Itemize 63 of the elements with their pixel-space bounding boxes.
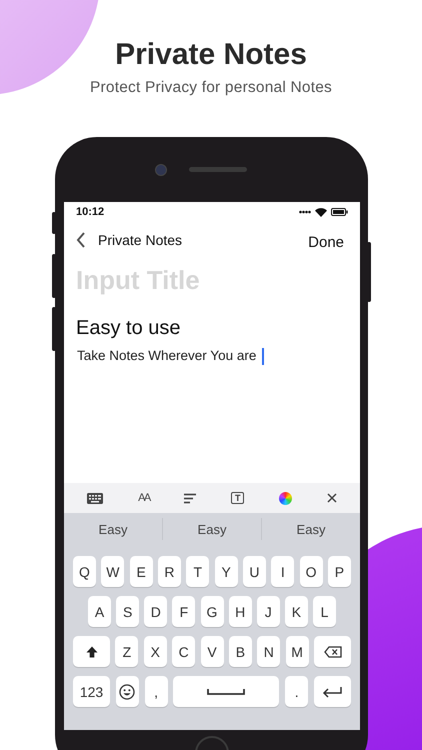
key[interactable]: J [256, 596, 280, 627]
note-heading: Easy to use [76, 316, 182, 341]
page-title: Private Notes [114, 37, 308, 73]
shift-key[interactable] [73, 636, 110, 667]
key[interactable]: B [228, 636, 252, 667]
note-body-text: Take Notes Wherever You are [77, 347, 256, 365]
key[interactable]: . [285, 676, 308, 707]
key[interactable]: , [144, 676, 168, 707]
key[interactable]: Q [73, 556, 96, 587]
return-key[interactable] [314, 676, 351, 707]
backspace-key[interactable] [314, 636, 351, 667]
suggestion-item[interactable]: Easy [163, 513, 261, 545]
key[interactable]: S [116, 596, 140, 627]
backspace-icon [324, 646, 342, 658]
key[interactable]: R [158, 556, 181, 587]
key[interactable]: K [284, 596, 308, 627]
close-icon[interactable] [326, 493, 337, 503]
key[interactable]: F [172, 596, 196, 627]
return-arrow-icon [322, 686, 342, 698]
suggestion-item[interactable]: Easy [64, 513, 162, 545]
key[interactable]: H [228, 596, 252, 627]
key[interactable]: A [88, 596, 111, 627]
back-label: Private Notes [98, 232, 182, 248]
suggestion-item[interactable]: Easy [262, 513, 360, 545]
color-wheel-icon[interactable] [278, 492, 292, 504]
key[interactable]: D [144, 596, 168, 627]
key[interactable]: T [186, 556, 210, 587]
key[interactable]: N [257, 636, 280, 667]
back-button[interactable]: Private Notes [76, 232, 182, 248]
signal-icon [299, 210, 311, 214]
page-subtitle: Protect Privacy for personal Notes [89, 78, 333, 98]
key[interactable]: M [286, 636, 309, 667]
key[interactable]: U [242, 556, 266, 587]
align-icon[interactable] [184, 492, 196, 504]
space-key[interactable] [173, 676, 280, 707]
key[interactable]: L [313, 596, 336, 627]
back-chevron-icon [76, 232, 86, 248]
key[interactable]: Y [214, 556, 238, 587]
battery-icon [331, 208, 348, 216]
key[interactable]: E [130, 556, 153, 587]
wifi-icon [315, 208, 327, 216]
emoji-key[interactable] [116, 676, 139, 707]
key[interactable]: W [101, 556, 124, 587]
speaker-grille [189, 167, 247, 172]
done-button[interactable]: Done [308, 234, 344, 250]
keyboard-icon[interactable] [87, 492, 104, 504]
space-bar-icon [207, 688, 246, 694]
text-size-button[interactable]: AA [138, 492, 150, 504]
key[interactable]: X [144, 636, 167, 667]
key[interactable]: C [172, 636, 196, 667]
key[interactable]: O [300, 556, 323, 587]
key[interactable]: Z [115, 636, 138, 667]
key[interactable]: G [200, 596, 224, 627]
text-box-button[interactable]: T [231, 492, 244, 504]
text-caret [262, 348, 264, 364]
smiley-icon [119, 684, 136, 700]
key[interactable]: I [271, 556, 294, 587]
key[interactable]: P [328, 556, 351, 587]
camera-icon [155, 164, 167, 176]
key[interactable]: V [200, 636, 224, 667]
numbers-key[interactable]: 123 [73, 676, 110, 707]
shift-arrow-icon [86, 646, 98, 658]
status-time: 10:12 [76, 206, 104, 218]
